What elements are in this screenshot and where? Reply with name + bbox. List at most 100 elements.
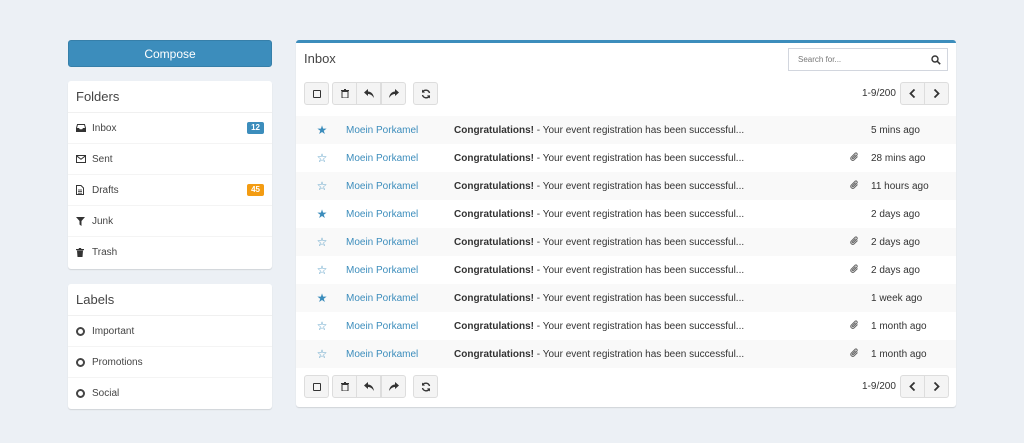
folder-item-trash[interactable]: Trash: [68, 237, 272, 268]
star-filled-icon[interactable]: ★: [296, 291, 346, 305]
message-preview: - Your event registration has been succe…: [534, 236, 745, 248]
search-icon[interactable]: [931, 54, 941, 65]
message-preview: - Your event registration has been succe…: [534, 180, 745, 192]
message-sender[interactable]: Moein Porkamel: [346, 125, 454, 136]
refresh-icon: [421, 89, 430, 98]
checkbox-icon: [312, 89, 321, 98]
select-all-button[interactable]: [304, 82, 329, 105]
envelope-icon: [76, 155, 92, 163]
message-subject: Congratulations! - Your event registrati…: [454, 181, 837, 192]
page-info: 1-9/200: [862, 88, 896, 99]
message-row[interactable]: ☆ Moein Porkamel Congratulations! - Your e…: [296, 312, 956, 340]
message-sender[interactable]: Moein Porkamel: [346, 153, 454, 164]
chevron-right-icon: [933, 89, 940, 98]
star-outline-icon[interactable]: ☆: [296, 319, 346, 333]
reply-button-bottom[interactable]: [356, 375, 381, 398]
message-preview: - Your event registration has been succe…: [534, 320, 745, 332]
message-subject: Congratulations! - Your event registrati…: [454, 349, 837, 360]
next-page-button-bottom[interactable]: [924, 375, 949, 398]
folder-list: Inbox 12 Sent Drafts 45 Junk Trash: [68, 113, 272, 268]
message-row[interactable]: ☆ Moein Porkamel Congratulations! - Your e…: [296, 172, 956, 200]
refresh-button[interactable]: [413, 82, 438, 105]
star-filled-icon[interactable]: ★: [296, 207, 346, 221]
reply-icon: [363, 382, 374, 391]
message-subject: Congratulations! - Your event registrati…: [454, 153, 837, 164]
folder-item-junk[interactable]: Junk: [68, 206, 272, 237]
message-row[interactable]: ☆ Moein Porkamel Congratulations! - Your e…: [296, 256, 956, 284]
star-outline-icon[interactable]: ☆: [296, 347, 346, 361]
message-subject: Congratulations! - Your event registrati…: [454, 265, 837, 276]
message-sender[interactable]: Moein Porkamel: [346, 265, 454, 276]
message-sender[interactable]: Moein Porkamel: [346, 349, 454, 360]
circle-icon: [76, 326, 92, 336]
message-preview: - Your event registration has been succe…: [534, 124, 745, 136]
star-outline-icon[interactable]: ☆: [296, 151, 346, 165]
delete-button-bottom[interactable]: [332, 375, 357, 398]
message-time: 11 hours ago: [871, 180, 929, 192]
refresh-button-bottom[interactable]: [413, 375, 438, 398]
label-label: Important: [92, 325, 135, 337]
forward-button[interactable]: [381, 82, 406, 105]
prev-page-button-bottom[interactable]: [900, 375, 925, 398]
message-subject-title: Congratulations!: [454, 292, 534, 304]
message-preview: - Your event registration has been succe…: [534, 152, 745, 164]
chevron-left-icon: [909, 89, 916, 98]
delete-button[interactable]: [332, 82, 357, 105]
folder-item-inbox[interactable]: Inbox 12: [68, 113, 272, 144]
message-subject: Congratulations! - Your event registrati…: [454, 209, 837, 220]
file-icon: [76, 185, 92, 195]
star-outline-icon[interactable]: ☆: [296, 235, 346, 249]
prev-page-button[interactable]: [900, 82, 925, 105]
message-time: 28 mins ago: [871, 152, 926, 164]
folder-label: Junk: [92, 215, 114, 227]
message-time: 1 month ago: [871, 320, 927, 332]
message-list: ★ Moein Porkamel Congratulations! - Your e…: [296, 116, 956, 368]
reply-button[interactable]: [356, 82, 381, 105]
folder-item-sent[interactable]: Sent: [68, 144, 272, 175]
message-sender[interactable]: Moein Porkamel: [346, 237, 454, 248]
message-preview: - Your event registration has been succe…: [534, 264, 745, 276]
message-row[interactable]: ★ Moein Porkamel Congratulations! - Your e…: [296, 284, 956, 312]
star-filled-icon[interactable]: ★: [296, 123, 346, 137]
next-page-button[interactable]: [924, 82, 949, 105]
label-label: Social: [92, 388, 120, 399]
filter-icon: [76, 216, 92, 226]
message-subject-title: Congratulations!: [454, 180, 534, 192]
message-subject: Congratulations! - Your event registrati…: [454, 321, 837, 332]
message-sender[interactable]: Moein Porkamel: [346, 209, 454, 220]
message-subject-title: Congratulations!: [454, 348, 534, 360]
circle-icon: [76, 357, 92, 367]
message-time: 5 mins ago: [871, 124, 920, 136]
message-row[interactable]: ★ Moein Porkamel Congratulations! - Your e…: [296, 200, 956, 228]
folder-label: Trash: [92, 247, 118, 258]
select-all-button-bottom[interactable]: [304, 375, 329, 398]
forward-button-bottom[interactable]: [381, 375, 406, 398]
trash-icon: [76, 248, 92, 257]
message-sender[interactable]: Moein Porkamel: [346, 181, 454, 192]
unread-badge: 12: [247, 122, 264, 134]
message-subject-title: Congratulations!: [454, 264, 534, 276]
star-outline-icon[interactable]: ☆: [296, 263, 346, 277]
refresh-icon: [421, 382, 430, 391]
message-time: 2 days ago: [871, 264, 920, 276]
page-info-bottom: 1-9/200: [862, 381, 896, 392]
message-row[interactable]: ☆ Moein Porkamel Congratulations! - Your e…: [296, 228, 956, 256]
message-row[interactable]: ★ Moein Porkamel Congratulations! - Your e…: [296, 116, 956, 144]
inbox-icon: [76, 124, 92, 132]
folder-label: Sent: [92, 153, 113, 165]
trash-icon: [340, 89, 349, 98]
compose-button[interactable]: Compose: [68, 40, 272, 67]
search-input[interactable]: [798, 55, 931, 64]
star-outline-icon[interactable]: ☆: [296, 179, 346, 193]
message-sender[interactable]: Moein Porkamel: [346, 321, 454, 332]
label-list: Important Promotions Social: [68, 316, 272, 409]
labels-panel: Labels Important Promotions Social: [68, 284, 272, 409]
message-row[interactable]: ☆ Moein Porkamel Congratulations! - Your e…: [296, 144, 956, 172]
message-row[interactable]: ☆ Moein Porkamel Congratulations! - Your e…: [296, 340, 956, 368]
folder-item-drafts[interactable]: Drafts 45: [68, 175, 272, 206]
label-item-promotions[interactable]: Promotions: [68, 347, 272, 378]
label-item-social[interactable]: Social: [68, 378, 272, 409]
message-subject: Congratulations! - Your event registrati…: [454, 237, 837, 248]
message-sender[interactable]: Moein Porkamel: [346, 293, 454, 304]
label-item-important[interactable]: Important: [68, 316, 272, 347]
